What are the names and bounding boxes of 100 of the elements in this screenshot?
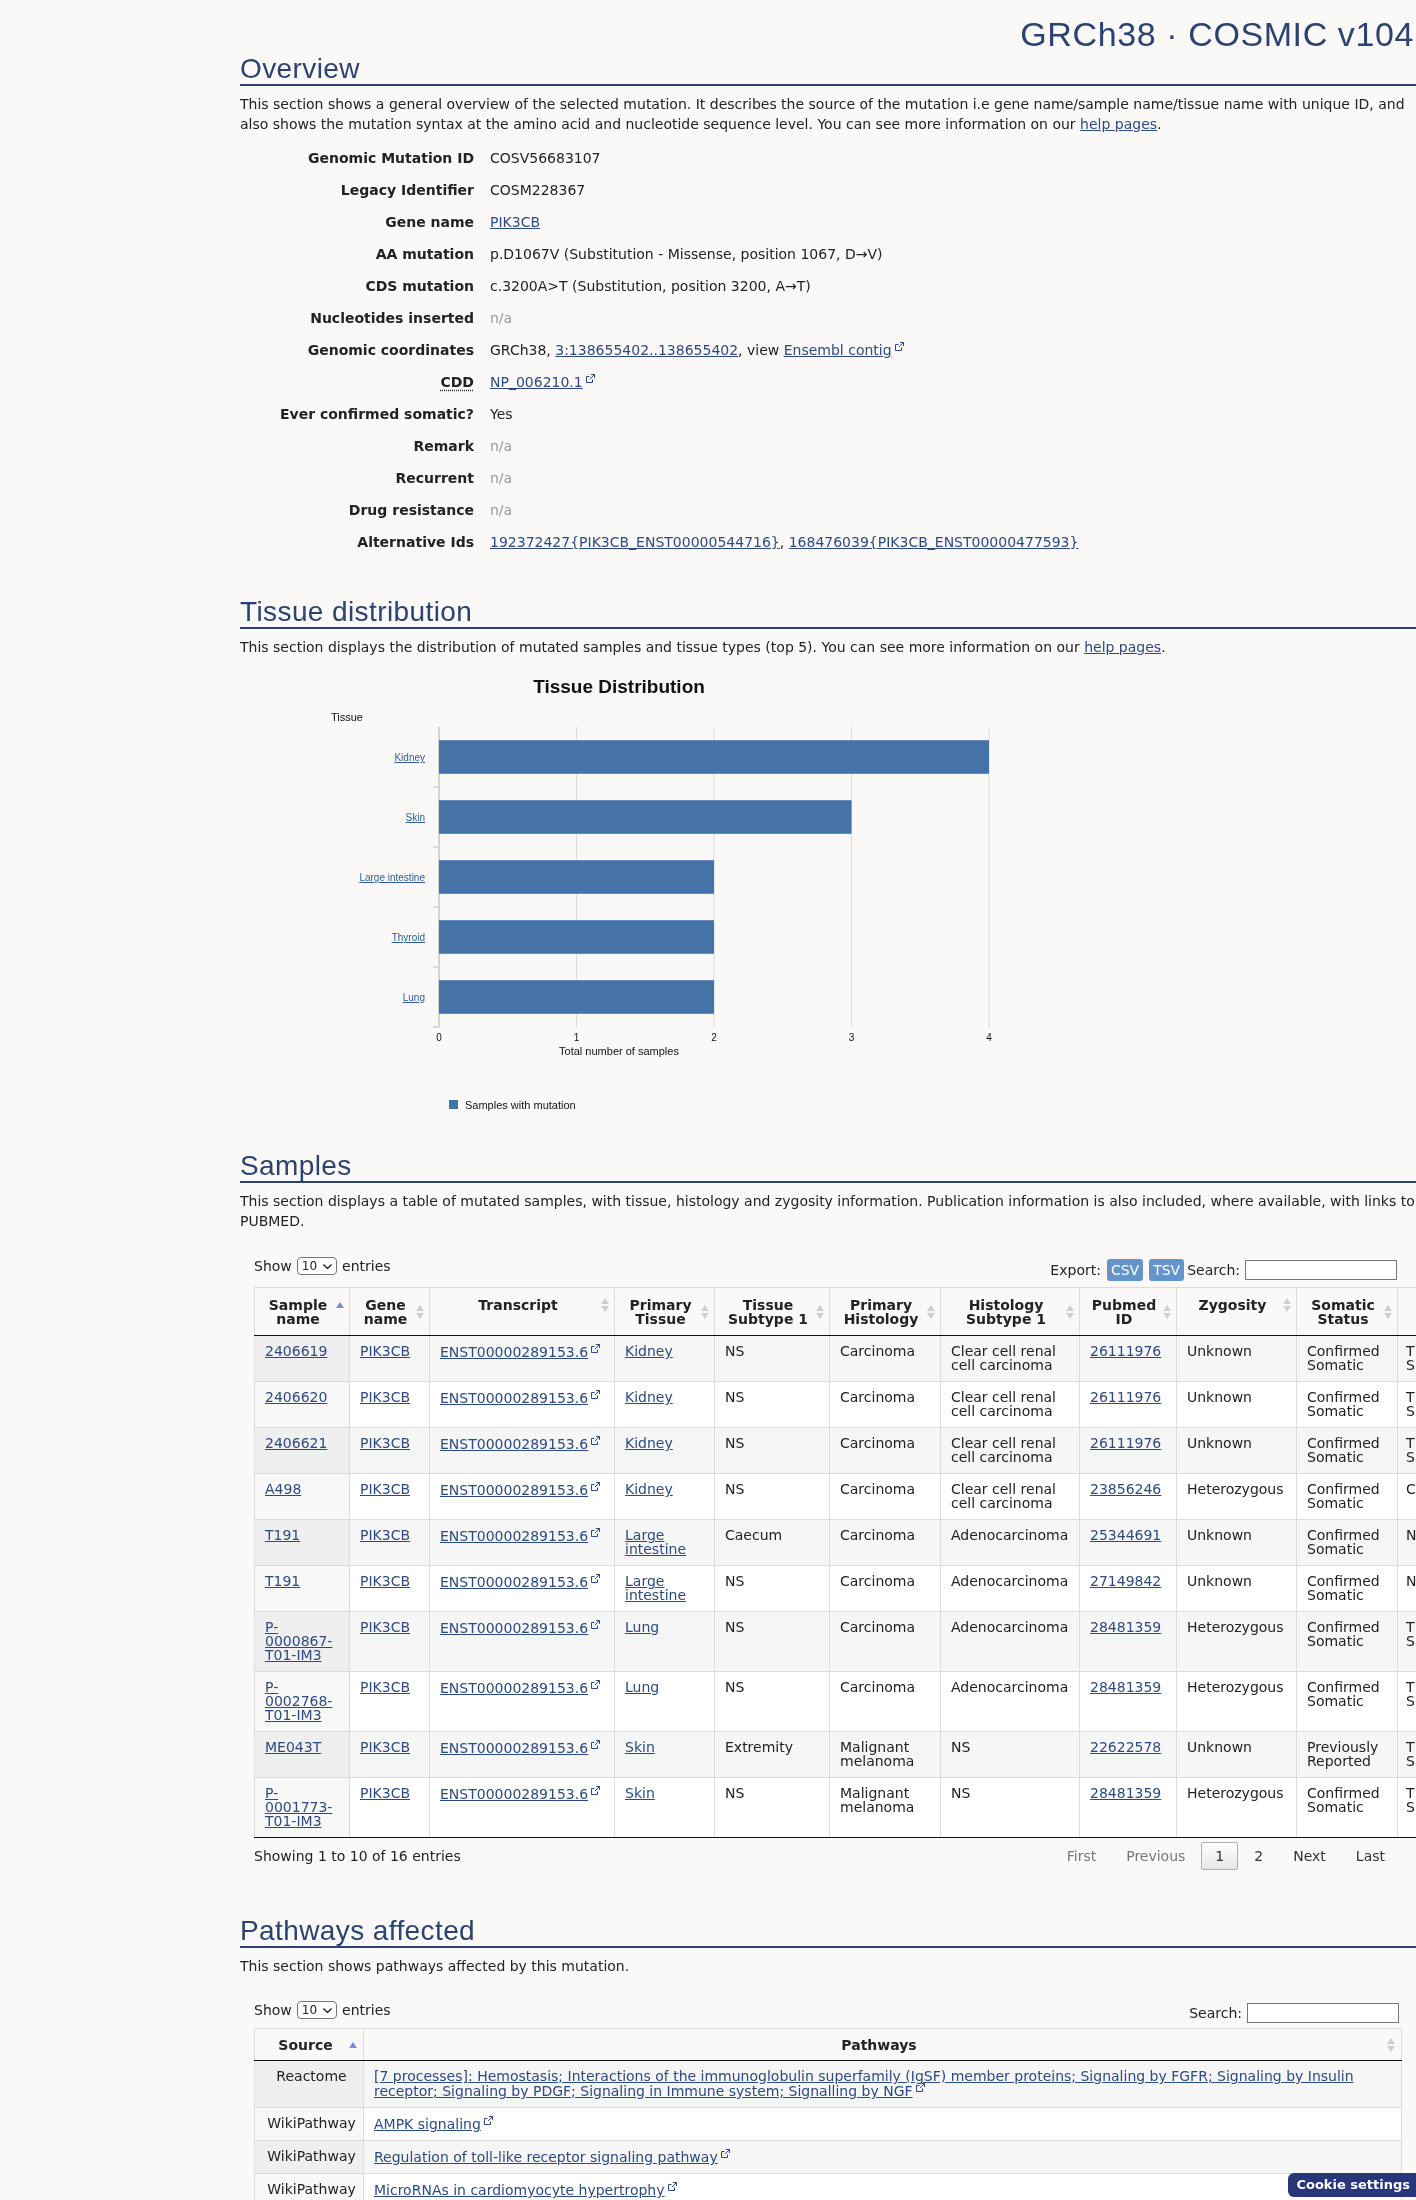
- column-header[interactable]: Zygosity: [1176, 1287, 1297, 1336]
- search-field[interactable]: [1245, 1260, 1397, 1280]
- help-link[interactable]: help pages: [1084, 639, 1162, 655]
- table-link[interactable]: 28481359: [1090, 1786, 1162, 1800]
- table-link[interactable]: MicroRNAs in cardiomyocyte hypertrophy: [374, 2182, 677, 2197]
- table-link[interactable]: PIK3CB: [360, 1574, 411, 1588]
- table-link[interactable]: P-0001773-T01-IM3: [265, 1786, 344, 1828]
- value-link[interactable]: Ensembl contig: [783, 342, 904, 358]
- column-header[interactable]: Gene name: [349, 1287, 430, 1336]
- table-link[interactable]: ENST00000289153.6: [440, 1390, 601, 1405]
- external-link-icon: [591, 1390, 601, 1399]
- table-link[interactable]: P-0000867-T01-IM3: [265, 1620, 344, 1662]
- table-link[interactable]: PIK3CB: [360, 1680, 411, 1694]
- column-header[interactable]: Tissue Subtype 1: [714, 1287, 830, 1336]
- column-header[interactable]: Transcript: [429, 1287, 615, 1336]
- entries-select[interactable]: 10: [296, 2001, 338, 2019]
- table-link[interactable]: Lung: [625, 1620, 660, 1634]
- table-link[interactable]: Kidney: [625, 1482, 673, 1496]
- table-link[interactable]: ENST00000289153.6: [440, 1574, 601, 1589]
- table-cell: Confirmed Somatic: [1296, 1777, 1398, 1838]
- table-link[interactable]: Large intestine: [625, 1574, 709, 1602]
- table-link[interactable]: P-0002768-T01-IM3: [265, 1680, 344, 1722]
- value-link[interactable]: NP_006210.1: [490, 374, 595, 390]
- column-header[interactable]: Primary Tissue: [614, 1287, 715, 1336]
- column-header[interactable]: Source: [254, 2028, 364, 2061]
- table-link[interactable]: T191: [265, 1574, 301, 1588]
- table-link[interactable]: ENST00000289153.6: [440, 1740, 601, 1755]
- table-link[interactable]: Kidney: [625, 1344, 673, 1358]
- table-cell: Unknown: [1176, 1381, 1297, 1428]
- column-header[interactable]: Histology Subtype 1: [940, 1287, 1080, 1336]
- table-link[interactable]: 26111976: [1090, 1436, 1162, 1450]
- table-link[interactable]: Regulation of toll-like receptor signaling pathway: [374, 2149, 730, 2164]
- cookie-settings-button[interactable]: Cookie settings: [1288, 2173, 1416, 2197]
- table-link[interactable]: Kidney: [625, 1390, 673, 1404]
- table-link[interactable]: Skin: [625, 1740, 655, 1754]
- table-link[interactable]: 26111976: [1090, 1390, 1162, 1404]
- value-link[interactable]: 192372427{PIK3CB_ENST00000544716}: [490, 534, 780, 550]
- table-link[interactable]: 27149842: [1090, 1574, 1162, 1588]
- value-link[interactable]: PIK3CB: [490, 214, 541, 230]
- search-field[interactable]: [1247, 2003, 1399, 2023]
- category-link[interactable]: Lung: [402, 992, 425, 1003]
- table-link[interactable]: Skin: [625, 1786, 655, 1800]
- table-cell: Carcinoma: [829, 1565, 941, 1612]
- table-link[interactable]: 2406621: [265, 1436, 328, 1450]
- table-link[interactable]: PIK3CB: [360, 1436, 411, 1450]
- table-link[interactable]: 2406619: [265, 1344, 328, 1358]
- category-link[interactable]: Skin: [405, 812, 425, 823]
- caret-icon: [323, 2007, 333, 2013]
- table-link[interactable]: ENST00000289153.6: [440, 1786, 601, 1801]
- field-value: GRCh38, 3:138655402..138655402, view Ensembl contig: [490, 342, 904, 358]
- table-link[interactable]: 22622578: [1090, 1740, 1162, 1754]
- column-header[interactable]: Somatic Status: [1296, 1287, 1398, 1336]
- table-link[interactable]: 2406620: [265, 1390, 328, 1404]
- table-link[interactable]: ENST00000289153.6: [440, 1436, 601, 1451]
- tick-label: 1: [573, 1032, 580, 1043]
- field-value: p.D1067V (Substitution - Missense, position 1067, D→V): [490, 246, 883, 262]
- table-link[interactable]: Large intestine: [625, 1528, 709, 1556]
- table-link[interactable]: ENST00000289153.6: [440, 1528, 601, 1543]
- table-link[interactable]: Kidney: [625, 1436, 673, 1450]
- table-link[interactable]: PIK3CB: [360, 1620, 411, 1634]
- table-link[interactable]: AMPK signaling: [374, 2116, 493, 2131]
- pagination-button[interactable]: 1: [1201, 1842, 1239, 1870]
- table-link[interactable]: 26111976: [1090, 1344, 1162, 1358]
- table-link[interactable]: PIK3CB: [360, 1344, 411, 1358]
- table-link[interactable]: 23856246: [1090, 1482, 1162, 1496]
- column-header[interactable]: Pubmed ID: [1079, 1287, 1177, 1336]
- column-header[interactable]: Pathways: [363, 2028, 1402, 2061]
- table-link[interactable]: ENST00000289153.6: [440, 1620, 601, 1635]
- pagination-button[interactable]: Next: [1279, 1842, 1340, 1870]
- pagination-button[interactable]: Last: [1341, 1842, 1399, 1870]
- table-link[interactable]: 28481359: [1090, 1680, 1162, 1694]
- table-link[interactable]: 28481359: [1090, 1620, 1162, 1634]
- category-link[interactable]: Large intestine: [359, 872, 425, 883]
- table-cell: Malignant melanoma: [829, 1731, 941, 1778]
- table-link[interactable]: T191: [265, 1528, 301, 1542]
- table-link[interactable]: ENST00000289153.6: [440, 1344, 601, 1359]
- table-link[interactable]: PIK3CB: [360, 1482, 411, 1496]
- table-link[interactable]: ME043T: [265, 1740, 322, 1754]
- table-link[interactable]: PIK3CB: [360, 1528, 411, 1542]
- category-link[interactable]: Thyroid: [391, 932, 425, 943]
- table-link[interactable]: PIK3CB: [360, 1740, 411, 1754]
- table-cell: Clear cell renal cell carcinoma: [940, 1335, 1080, 1382]
- table-cell: Heterozygous: [1176, 1611, 1297, 1672]
- value-link[interactable]: 3:138655402..138655402: [555, 342, 739, 358]
- category-link[interactable]: Kidney: [394, 752, 425, 763]
- table-link[interactable]: ENST00000289153.6: [440, 1680, 601, 1695]
- entries-select[interactable]: 10: [296, 1257, 338, 1275]
- column-header[interactable]: Sample name: [254, 1287, 350, 1336]
- table-link[interactable]: A498: [265, 1482, 302, 1496]
- pagination-button[interactable]: 2: [1240, 1842, 1278, 1870]
- table-link[interactable]: 25344691: [1090, 1528, 1162, 1542]
- table-link[interactable]: PIK3CB: [360, 1786, 411, 1800]
- table-link[interactable]: Lung: [625, 1680, 660, 1694]
- external-link-icon: [483, 2116, 493, 2125]
- table-link[interactable]: PIK3CB: [360, 1390, 411, 1404]
- field-value: 192372427{PIK3CB_ENST00000544716}, 168476039{PIK3CB_ENST00000477593}: [490, 534, 1079, 550]
- column-header[interactable]: Primary Histology: [829, 1287, 941, 1336]
- table-link[interactable]: [7 processes]: Hemostasis; Interactions of the immunoglobulin superfamily (IgSF) member proteins; Signaling by FGFR; Signaling by Insulin receptor; Signaling by PDGF; Signaling in Immune system; Signalling by NGF: [374, 2069, 1396, 2098]
- table-link[interactable]: ENST00000289153.6: [440, 1482, 601, 1497]
- value-link[interactable]: 168476039{PIK3CB_ENST00000477593}: [788, 534, 1079, 550]
